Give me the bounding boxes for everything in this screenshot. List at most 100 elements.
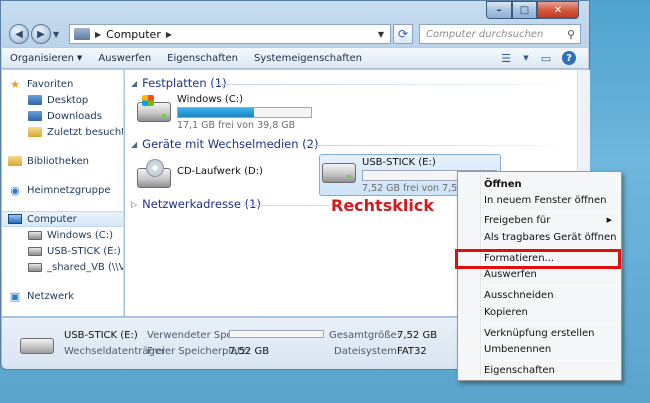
menu-item-open-portable[interactable]: Als tragbares Gerät öffnen — [461, 228, 618, 246]
menu-item-cut[interactable]: Ausschneiden — [461, 286, 618, 304]
address-row: ◀ ▶ ▼ ▶ Computer ▶ ▼ ⟳ Computer durchsuc… — [9, 23, 581, 45]
menu-item-share-with[interactable]: Freigeben für ▶ — [461, 211, 618, 229]
nav-network[interactable]: ▣ Netzwerk — [2, 288, 123, 304]
downloads-icon — [28, 110, 42, 122]
nav-item-desktop[interactable]: Desktop — [2, 92, 123, 108]
context-menu: Öffnen In neuem Fenster öffnen Freigeben… — [457, 171, 622, 381]
computer-icon — [74, 28, 90, 40]
nav-label: USB-STICK (E:) — [47, 245, 121, 257]
system-properties-label: Systemeigenschaften — [254, 52, 363, 64]
nav-homegroup[interactable]: ◉ Heimnetzgruppe — [2, 182, 123, 198]
view-options-icon[interactable]: ☰ — [498, 51, 514, 65]
recent-pages-dropdown[interactable]: ▼ — [53, 30, 63, 39]
system-properties-button[interactable]: Systemeigenschaften — [254, 53, 362, 64]
drive-usage-bar — [177, 107, 312, 118]
network-icon: ▣ — [9, 289, 21, 303]
usb-drive-icon — [28, 245, 42, 257]
menu-item-rename[interactable]: Umbenennen — [461, 340, 618, 358]
details-drive-name: USB-STICK (E:) — [64, 330, 138, 341]
menu-item-properties[interactable]: Eigenschaften — [461, 361, 618, 379]
computer-icon — [8, 213, 22, 225]
collapse-icon: ◢ — [131, 78, 138, 88]
back-arrow-icon: ◀ — [15, 28, 23, 40]
group-divider — [215, 84, 570, 85]
drive-item-d[interactable]: CD-Laufwerk (D:) — [137, 159, 263, 188]
group-header-hard-disks[interactable]: ◢ Festplatten (1) — [131, 76, 227, 90]
menu-item-copy[interactable]: Kopieren — [461, 303, 618, 321]
nav-item-drive-c[interactable]: Windows (C:) — [2, 227, 123, 243]
nav-label: Desktop — [47, 94, 89, 106]
drive-free-space: 17,1 GB frei von 39,8 GB — [177, 120, 296, 131]
nav-label: Netzwerk — [27, 290, 75, 302]
address-path[interactable]: Computer — [106, 28, 161, 41]
drive-name: USB-STICK (E:) — [362, 157, 436, 168]
chevron-right-icon[interactable]: ▶ — [95, 30, 101, 39]
collapse-icon: ◢ — [131, 139, 138, 149]
menu-item-label: Freigeben für — [484, 214, 551, 226]
cd-drive-icon — [137, 159, 171, 188]
nav-label: Favoriten — [27, 78, 74, 90]
menu-item-open-new-window[interactable]: In neuem Fenster öffnen — [461, 191, 618, 209]
libraries-icon — [8, 155, 22, 167]
usb-drive-icon — [322, 163, 356, 183]
properties-label: Eigenschaften — [167, 52, 239, 64]
details-free-value: 7,52 GB — [229, 346, 270, 357]
homegroup-icon: ◉ — [10, 183, 20, 197]
expand-icon: ▷ — [131, 199, 138, 209]
group-label: Festplatten (1) — [142, 76, 227, 90]
search-icon[interactable]: ⚲ — [567, 28, 575, 41]
address-dropdown-icon[interactable]: ▼ — [372, 25, 390, 43]
group-label: Geräte mit Wechselmedien (2) — [142, 137, 319, 151]
details-fs-value: FAT32 — [397, 346, 427, 357]
address-bar[interactable]: ▶ Computer ▶ ▼ — [69, 24, 391, 44]
drive-name: Windows (C:) — [177, 94, 243, 105]
forward-button[interactable]: ▶ — [31, 24, 51, 44]
close-button[interactable]: ✕ — [537, 1, 579, 19]
organize-button[interactable]: Organisieren ▼ — [10, 53, 82, 64]
nav-favorites[interactable]: ★ Favoriten — [2, 76, 123, 92]
drive-name: CD-Laufwerk (D:) — [177, 166, 263, 177]
nav-item-recent[interactable]: Zuletzt besucht — [2, 124, 123, 140]
desktop-icon — [28, 94, 42, 106]
search-input[interactable]: Computer durchsuchen ⚲ — [419, 24, 581, 44]
back-button[interactable]: ◀ — [9, 24, 29, 44]
drive-item-c[interactable]: Windows (C:) 17,1 GB frei von 39,8 GB — [137, 94, 312, 131]
nav-libraries[interactable]: Bibliotheken — [2, 153, 123, 169]
refresh-icon: ⟳ — [397, 27, 409, 41]
chevron-right-icon[interactable]: ▶ — [166, 30, 172, 39]
recent-places-icon — [28, 126, 42, 138]
chevron-down-icon: ▼ — [76, 54, 83, 62]
nav-computer[interactable]: Computer — [2, 211, 123, 227]
nav-label: Downloads — [47, 110, 102, 122]
windows-drive-icon — [137, 95, 171, 122]
star-icon: ★ — [10, 77, 20, 91]
group-header-network[interactable]: ▷ Netzwerkadresse (1) — [131, 197, 261, 211]
eject-label: Auswerfen — [98, 52, 152, 64]
chevron-down-icon[interactable]: ▼ — [522, 51, 530, 65]
group-divider — [307, 145, 570, 146]
nav-label: Heimnetzgruppe — [27, 184, 111, 196]
nav-item-shared[interactable]: _shared_VB (\\VBoxS — [2, 259, 123, 275]
group-label: Netzwerkadresse (1) — [142, 197, 261, 211]
format-highlight-box — [455, 249, 621, 269]
help-icon[interactable]: ? — [562, 51, 576, 65]
navigation-pane: ★ Favoriten Desktop Downloads Zuletzt bes… — [2, 70, 124, 316]
nav-item-downloads[interactable]: Downloads — [2, 108, 123, 124]
details-total-value: 7,52 GB — [397, 330, 438, 341]
group-header-removable[interactable]: ◢ Geräte mit Wechselmedien (2) — [131, 137, 318, 151]
nav-label: Zuletzt besucht — [47, 126, 123, 138]
details-fs-label: Dateisystem: — [334, 346, 401, 357]
properties-button[interactable]: Eigenschaften — [167, 53, 238, 64]
network-drive-icon — [28, 261, 42, 273]
minimize-button[interactable]: – — [486, 1, 512, 19]
nav-label: Bibliotheken — [27, 155, 89, 167]
organize-label: Organisieren — [10, 52, 74, 64]
refresh-button[interactable]: ⟳ — [393, 24, 413, 44]
maximize-button[interactable]: □ — [512, 1, 537, 19]
nav-item-drive-e[interactable]: USB-STICK (E:) — [2, 243, 123, 259]
forward-arrow-icon: ▶ — [37, 28, 45, 40]
hard-drive-icon — [28, 229, 42, 241]
preview-pane-icon[interactable]: ▭ — [538, 51, 554, 65]
nav-label: Computer — [27, 213, 77, 225]
eject-button[interactable]: Auswerfen — [98, 53, 151, 64]
